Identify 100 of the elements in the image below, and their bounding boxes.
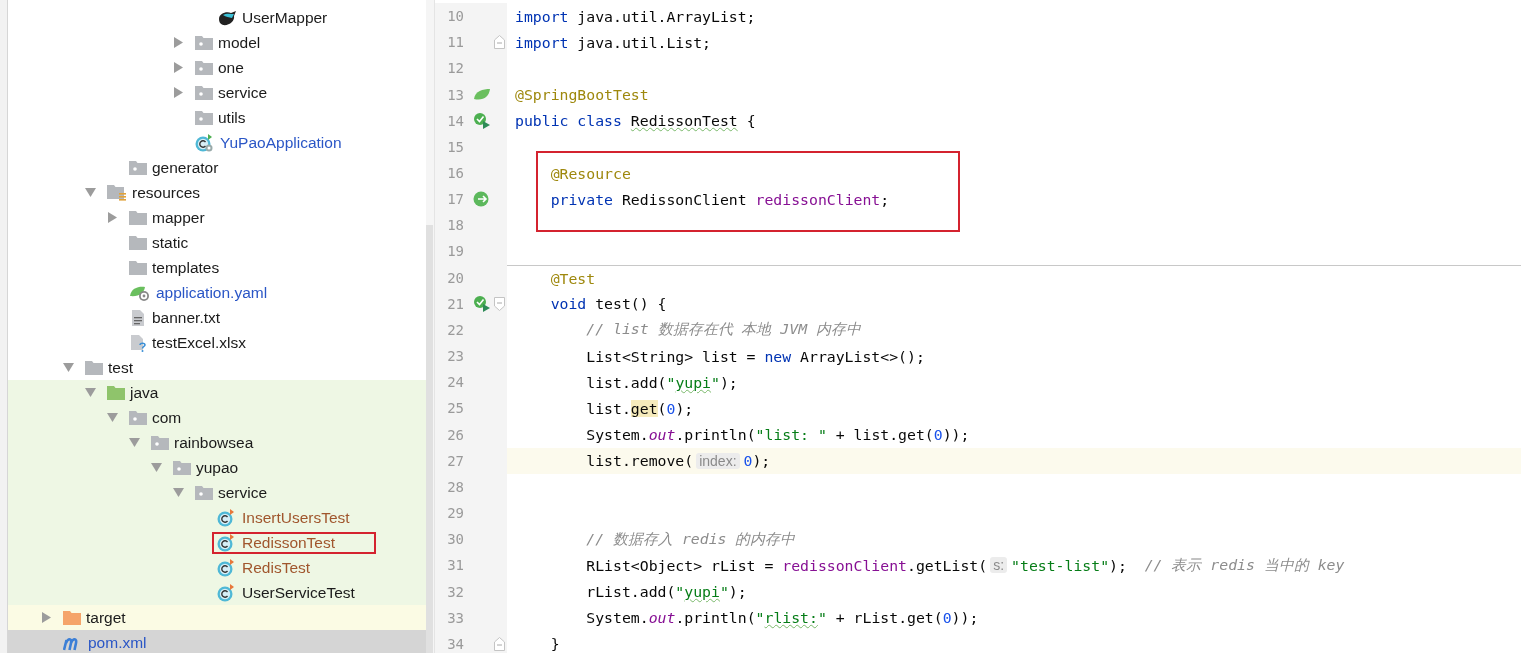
- tree-item[interactable]: pom.xml: [88, 632, 147, 653]
- line-number: 20: [446, 269, 464, 286]
- expanded-arrow-icon[interactable]: [151, 462, 162, 473]
- code-text: + list.get(: [834, 426, 934, 444]
- package-folder-icon: [173, 460, 191, 475]
- fold-icon[interactable]: [494, 35, 505, 50]
- tree-item[interactable]: resources: [132, 182, 201, 203]
- tree-item[interactable]: static: [152, 232, 189, 253]
- tree-item[interactable]: testExcel.xlsx: [152, 332, 246, 353]
- tree-item[interactable]: generator: [152, 157, 219, 178]
- expanded-arrow-icon[interactable]: [107, 412, 118, 423]
- tree-item[interactable]: utils: [218, 107, 246, 128]
- keyword: public class: [515, 112, 623, 130]
- collapsed-arrow-icon[interactable]: [107, 212, 118, 223]
- string-literal: ": [711, 373, 720, 391]
- tree-item[interactable]: RedissonTest: [242, 532, 336, 553]
- code-text: test() {: [594, 295, 667, 313]
- collapsed-arrow-icon[interactable]: [173, 62, 184, 73]
- expanded-arrow-icon[interactable]: [129, 437, 140, 448]
- tree-item[interactable]: java: [130, 382, 159, 403]
- tree-item[interactable]: one: [218, 57, 244, 78]
- tree-item[interactable]: templates: [152, 257, 220, 278]
- code-text: + rList.get(: [834, 609, 943, 627]
- tree-item[interactable]: UserMapper: [242, 7, 328, 28]
- code-text: ));: [942, 426, 970, 444]
- static-field: out: [648, 426, 676, 444]
- string-literal: rlist:: [764, 609, 818, 627]
- expanded-arrow-icon[interactable]: [173, 487, 184, 498]
- field-name: redissonClient: [755, 190, 881, 208]
- code-comment: // 数据存入 redis 的内存中: [585, 529, 796, 549]
- code-text: ));: [951, 609, 979, 627]
- folder-icon: [129, 210, 147, 225]
- tree-item[interactable]: banner.txt: [152, 307, 221, 328]
- tree-item[interactable]: com: [152, 407, 182, 428]
- line-number: 16: [446, 165, 464, 181]
- package-folder-icon: [195, 85, 213, 100]
- annotation: @Resource: [549, 164, 631, 182]
- line-number: 17: [446, 191, 464, 208]
- code-comment: // list 数据存在代 本地 JVM 内存中: [585, 320, 861, 340]
- run-test-icon[interactable]: [473, 111, 491, 130]
- expanded-arrow-icon[interactable]: [85, 387, 96, 398]
- string-literal: ": [817, 609, 827, 627]
- line-number: 33: [446, 609, 464, 626]
- tree-item[interactable]: RedisTest: [242, 557, 311, 578]
- line-number: 22: [446, 321, 464, 338]
- code-text: System.: [585, 426, 649, 444]
- code-text: .println(: [675, 609, 756, 627]
- code-text: RedissonClient: [620, 190, 748, 208]
- run-test-icon[interactable]: [473, 294, 491, 313]
- annotation: @Test: [549, 269, 596, 287]
- class-run-icon: [195, 133, 215, 152]
- tree-item[interactable]: rainbowsea: [174, 432, 254, 453]
- line-number: 28: [446, 478, 464, 495]
- tree-item[interactable]: mapper: [152, 207, 205, 228]
- annotation: @SpringBootTest: [515, 86, 649, 104]
- leaf-icon[interactable]: [473, 87, 491, 102]
- package-folder-icon: [129, 410, 147, 425]
- tree-item[interactable]: service: [218, 482, 268, 503]
- string-literal: ": [675, 583, 685, 600]
- collapsed-arrow-icon[interactable]: [173, 37, 184, 48]
- tree-item[interactable]: test: [108, 357, 133, 378]
- folder-icon: [85, 360, 103, 375]
- tree-item[interactable]: target: [86, 607, 126, 628]
- line-number: 11: [446, 34, 464, 51]
- fold-icon[interactable]: [494, 296, 505, 311]
- string-literal: ": [755, 609, 765, 627]
- number-literal: 0: [666, 399, 676, 417]
- collapsed-arrow-icon[interactable]: [41, 612, 52, 623]
- fold-icon[interactable]: [494, 636, 505, 651]
- resources-folder-icon: [107, 184, 127, 201]
- folder-icon: [63, 610, 81, 625]
- line-number: 23: [446, 348, 464, 365]
- tree-item[interactable]: model: [218, 32, 261, 53]
- code-text: list.: [585, 399, 631, 417]
- tree-item[interactable]: yupao: [196, 457, 239, 478]
- expanded-arrow-icon[interactable]: [63, 362, 74, 373]
- bean-navigate-icon[interactable]: [473, 190, 491, 209]
- code-text: ;: [880, 190, 890, 208]
- line-number: 29: [446, 505, 464, 522]
- number-literal: 0: [743, 452, 753, 470]
- keyword: import: [515, 7, 569, 25]
- line-number: 27: [446, 452, 464, 469]
- highlighted-usage: get: [630, 399, 658, 417]
- line-number: 12: [446, 60, 464, 77]
- expanded-arrow-icon[interactable]: [85, 187, 96, 198]
- keyword: new: [764, 347, 792, 365]
- tree-item[interactable]: application.yaml: [156, 282, 268, 303]
- number-literal: 0: [942, 609, 952, 627]
- code-text: System.: [585, 609, 649, 627]
- scrollbar-thumb[interactable]: [426, 225, 433, 653]
- line-number: 14: [446, 112, 464, 129]
- code-text: .getList(: [907, 556, 988, 574]
- string-literal: ": [666, 373, 676, 391]
- package-folder-icon: [195, 35, 213, 50]
- line-number: 31: [446, 557, 464, 574]
- line-number: 34: [446, 635, 464, 652]
- tree-item[interactable]: service: [218, 82, 268, 103]
- tree-item[interactable]: YuPaoApplication: [220, 132, 342, 153]
- package-folder-icon: [129, 160, 147, 175]
- collapsed-arrow-icon[interactable]: [173, 87, 184, 98]
